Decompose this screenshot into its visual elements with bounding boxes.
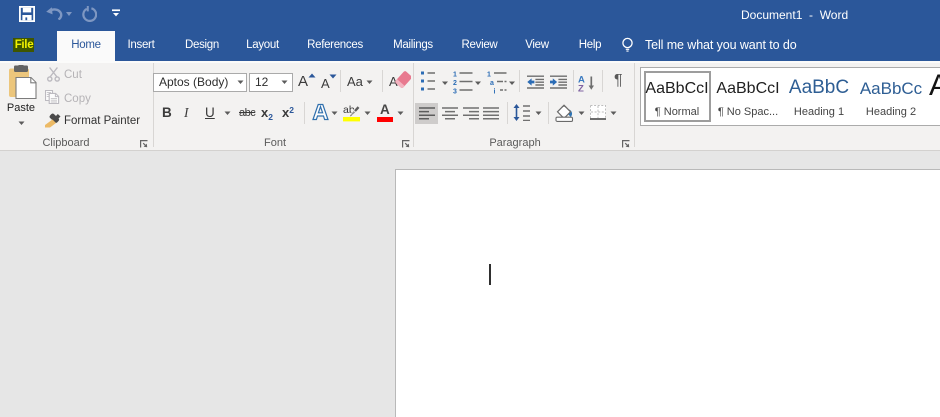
svg-text:1: 1 <box>487 72 491 79</box>
svg-text:i: i <box>494 89 496 95</box>
svg-text:1: 1 <box>453 72 457 79</box>
svg-text:a: a <box>490 80 494 87</box>
svg-text:2: 2 <box>453 80 457 87</box>
svg-text:Z: Z <box>578 84 584 93</box>
svg-text:3: 3 <box>453 89 457 95</box>
